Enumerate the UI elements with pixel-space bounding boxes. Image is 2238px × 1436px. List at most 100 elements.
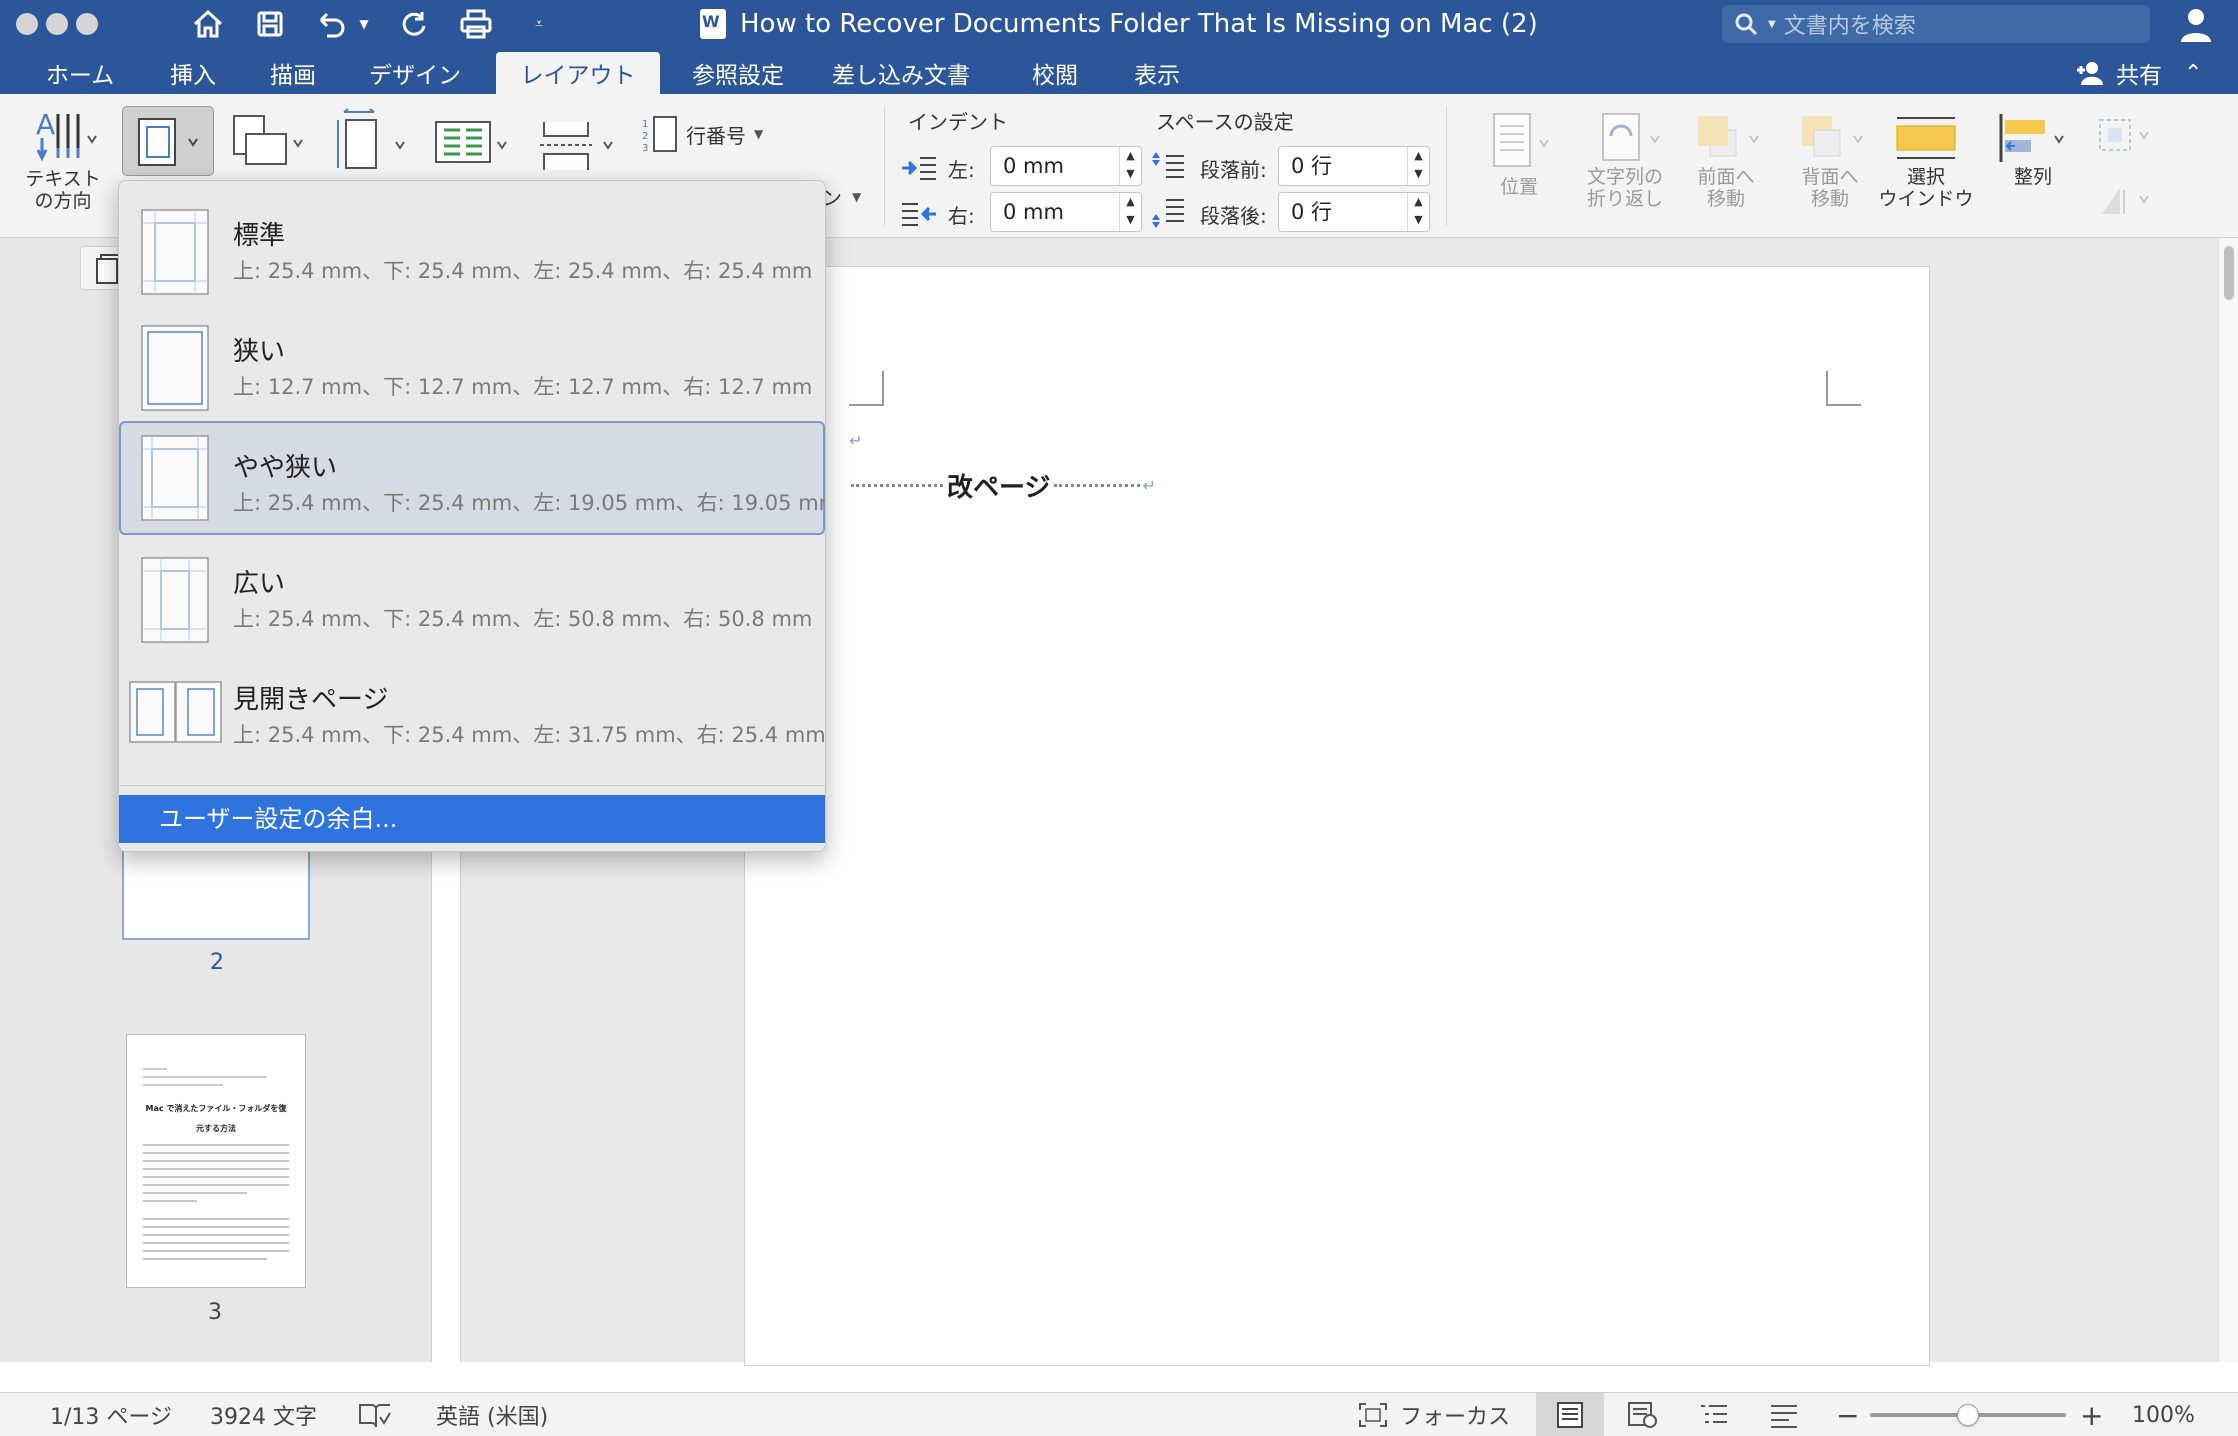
wrap-text-button[interactable]: 文字列の 折り返し (1570, 110, 1680, 210)
zoom-out-button[interactable]: − (1836, 1393, 1859, 1436)
breaks-icon (540, 122, 613, 170)
document-page[interactable]: ↵ 改ページ ↵ (744, 266, 1930, 1366)
breaks-button[interactable] (538, 110, 618, 176)
page-break-marker[interactable]: 改ページ ↵ (851, 467, 1156, 504)
margin-option-wide[interactable]: 広い 上: 25.4 mm、下: 25.4 mm、左: 50.8 mm、右: 5… (119, 537, 825, 651)
zoom-window-button[interactable] (76, 13, 98, 35)
indent-left-stepper[interactable]: ▲ ▼ (1119, 147, 1141, 185)
redo-icon[interactable] (396, 6, 432, 42)
page-count[interactable]: 1/13 ページ (50, 1393, 172, 1436)
margin-option-values: 上: 25.4 mm、下: 25.4 mm、左: 19.05 mm、右: 19.… (233, 491, 826, 515)
spacing-after-stepper[interactable]: ▲ ▼ (1407, 193, 1429, 231)
margins-menu: 標準 上: 25.4 mm、下: 25.4 mm、左: 25.4 mm、右: 2… (118, 180, 826, 852)
undo-dropdown-icon[interactable]: ▼ (356, 6, 372, 42)
tab-insert[interactable]: 挿入 (156, 52, 230, 94)
tab-references[interactable]: 参照設定 (684, 52, 792, 94)
search-input[interactable]: ▼ 文書内を検索 (1722, 5, 2150, 43)
page-break-label: 改ページ (947, 473, 1051, 503)
proofing-icon[interactable] (358, 1393, 392, 1436)
text-direction-button[interactable]: A テキスト の方向 (18, 108, 108, 212)
send-backward-button[interactable]: 背面へ 移動 (1780, 110, 1880, 210)
indent-left-field[interactable]: 0 mm ▲ ▼ (990, 146, 1142, 186)
tab-layout[interactable]: レイアウト (496, 52, 660, 94)
position-button[interactable]: 位置 (1474, 110, 1564, 198)
wrap-text-icon (1602, 113, 1660, 161)
margin-option-name: 標準 (233, 221, 286, 251)
tab-mailings[interactable]: 差し込み文書 (818, 52, 984, 94)
zoom-in-button[interactable]: + (2080, 1393, 2103, 1436)
page-thumbnail-3[interactable]: Mac で消えたファイル・フォルダを復元する方法 (126, 1034, 306, 1288)
hyphenation-button[interactable]: ン ▼ (822, 182, 861, 211)
bring-forward-button[interactable]: 前面へ 移動 (1676, 110, 1776, 210)
spacing-before-field[interactable]: 0 行 ▲ ▼ (1278, 146, 1430, 186)
spacing-before-icon (1152, 152, 1184, 178)
columns-button[interactable] (432, 110, 516, 176)
outline-view-button[interactable] (1680, 1393, 1748, 1436)
margin-corner-mark (849, 371, 884, 406)
account-icon[interactable] (2176, 4, 2216, 44)
minimize-window-button[interactable] (46, 13, 68, 35)
margin-option-mirrored[interactable]: 見開きページ 上: 25.4 mm、下: 25.4 mm、左: 31.75 mm… (119, 653, 825, 767)
zoom-slider[interactable] (1870, 1404, 2066, 1426)
paragraph-mark: ↵ (1142, 476, 1156, 495)
line-numbers-button[interactable]: 1 2 3 行番号 ▼ (640, 114, 763, 154)
undo-icon[interactable] (312, 6, 352, 42)
collapse-ribbon-icon[interactable]: ⌃ (2184, 61, 2202, 86)
size-button[interactable] (330, 108, 414, 176)
spacing-before-label: 段落前: (1200, 158, 1267, 182)
word-document-icon (700, 9, 726, 39)
indent-right-field[interactable]: 0 mm ▲ ▼ (990, 192, 1142, 232)
zoom-level[interactable]: 100% (2132, 1393, 2195, 1436)
word-count[interactable]: 3924 文字 (210, 1393, 317, 1436)
home-icon[interactable] (188, 6, 228, 42)
tab-review[interactable]: 校閲 (1010, 52, 1100, 94)
indent-left-icon (902, 157, 936, 180)
tab-view[interactable]: 表示 (1120, 52, 1194, 94)
print-icon[interactable] (456, 6, 496, 42)
indent-right-icon (902, 203, 936, 226)
margin-option-values: 上: 12.7 mm、下: 12.7 mm、左: 12.7 mm、右: 12.7… (233, 375, 813, 399)
indent-right-stepper[interactable]: ▲ ▼ (1119, 193, 1141, 231)
line-numbers-dropdown-icon: ▼ (754, 127, 764, 141)
svg-text:1: 1 (642, 119, 648, 130)
focus-button[interactable]: フォーカス (1358, 1393, 1510, 1436)
indent-group-label: インデント (908, 110, 1008, 134)
selection-pane-icon (1896, 117, 1956, 159)
orientation-button[interactable] (228, 110, 308, 176)
selection-pane-button[interactable]: 選択 ウインドウ (1876, 110, 1976, 210)
ribbon-tabs: ホーム 挿入 描画 デザイン レイアウト 参照設定 差し込み文書 校閲 表示 共… (0, 48, 2238, 94)
margin-option-moderate[interactable]: やや狭い 上: 25.4 mm、下: 25.4 mm、左: 19.05 mm、右… (119, 421, 825, 535)
custom-margins-item[interactable]: ユーザー設定の余白... (119, 795, 825, 843)
vertical-scrollbar[interactable] (2218, 238, 2238, 1362)
text-direction-icon: A (36, 108, 97, 162)
language-indicator[interactable]: 英語 (米国) (436, 1393, 548, 1436)
group-button[interactable] (2096, 116, 2154, 156)
scrollbar-thumb[interactable] (2224, 246, 2234, 300)
indent-left-label: 左: (948, 158, 975, 182)
web-layout-view-button[interactable] (1608, 1393, 1676, 1436)
search-options-icon[interactable]: ▼ (1768, 19, 1776, 30)
print-layout-view-button[interactable] (1536, 1393, 1604, 1436)
margins-button[interactable] (122, 106, 214, 176)
close-window-button[interactable] (16, 13, 38, 35)
spacing-after-field[interactable]: 0 行 ▲ ▼ (1278, 192, 1430, 232)
tab-draw[interactable]: 描画 (256, 52, 330, 94)
outline-icon (1701, 1405, 1727, 1423)
margin-option-name: 広い (233, 569, 286, 599)
share-button[interactable]: 共有 ⌃ (2076, 52, 2202, 94)
margin-option-normal[interactable]: 標準 上: 25.4 mm、下: 25.4 mm、左: 25.4 mm、右: 2… (119, 189, 825, 303)
customize-toolbar-icon[interactable]: ⩡ (526, 6, 552, 42)
align-button[interactable]: 整列 (1990, 110, 2076, 188)
margin-option-name: やや狭い (233, 453, 338, 483)
rotate-button[interactable] (2096, 180, 2154, 220)
zoom-slider-thumb[interactable] (1957, 1404, 1979, 1426)
margin-option-narrow[interactable]: 狭い 上: 12.7 mm、下: 12.7 mm、左: 12.7 mm、右: 1… (119, 305, 825, 419)
tab-home[interactable]: ホーム (28, 52, 132, 94)
tab-design[interactable]: デザイン (356, 52, 474, 94)
save-icon[interactable] (252, 6, 288, 42)
spacing-before-stepper[interactable]: ▲ ▼ (1407, 147, 1429, 185)
margin-option-values: 上: 25.4 mm、下: 25.4 mm、左: 31.75 mm、右: 25.… (233, 723, 826, 747)
draft-view-button[interactable] (1750, 1393, 1818, 1436)
paragraph-mark: ↵ (849, 431, 863, 450)
hyphenation-dropdown-icon: ▼ (852, 189, 862, 204)
